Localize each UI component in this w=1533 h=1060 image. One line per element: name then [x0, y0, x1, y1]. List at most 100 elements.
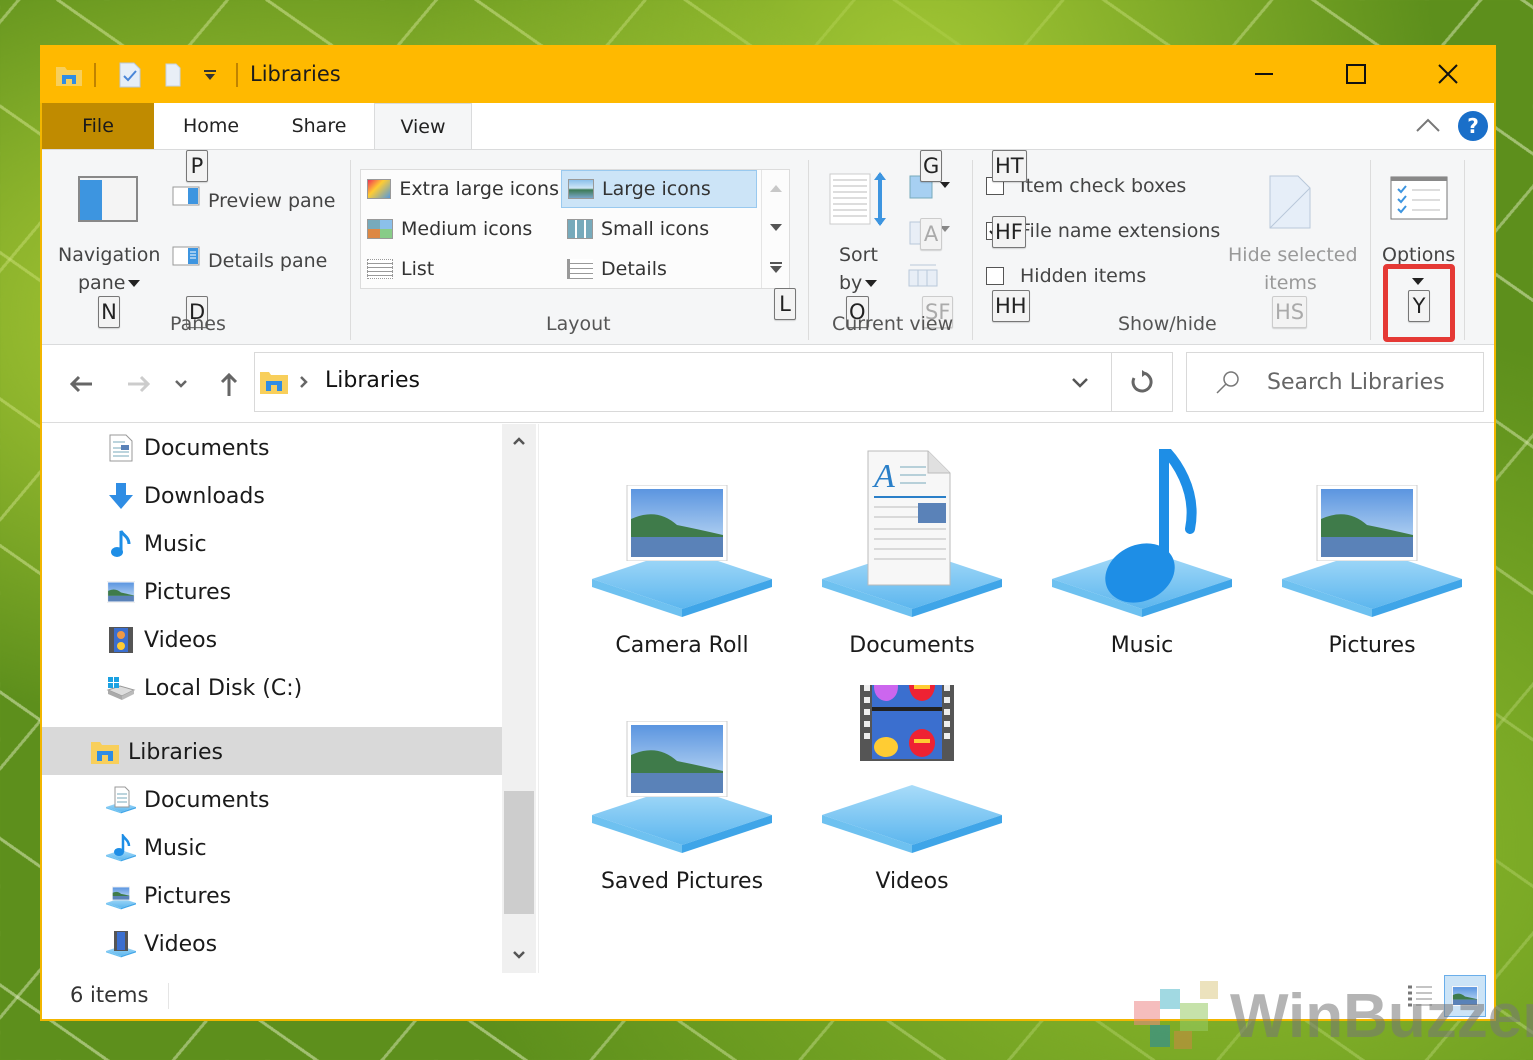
documents-icon	[106, 433, 136, 463]
sort-by-label-2[interactable]: by	[839, 272, 862, 294]
library-tile-documents[interactable]: A Documents	[812, 449, 1012, 679]
size-columns-button[interactable]	[908, 262, 938, 288]
nav-item-label: Videos	[144, 931, 218, 957]
keytip-layout: L	[774, 288, 796, 320]
nav-item-label: Libraries	[128, 739, 224, 765]
scroll-up-icon[interactable]	[512, 436, 526, 446]
group-label-show-hide: Show/hide	[1118, 313, 1217, 335]
libraries-icon	[260, 372, 288, 394]
nav-item-pictures[interactable]: Pictures	[106, 569, 231, 615]
library-tile-saved-pictures[interactable]: Saved Pictures	[582, 685, 782, 915]
library-tile-videos[interactable]: Videos	[812, 685, 1012, 915]
close-icon	[1438, 64, 1458, 84]
item-check-boxes-label[interactable]: Item check boxes	[1020, 175, 1186, 197]
nav-item-music[interactable]: Music	[106, 521, 207, 567]
help-button[interactable]: ?	[1458, 111, 1488, 141]
up-button[interactable]	[212, 367, 246, 401]
navigation-pane-label-2[interactable]: pane	[78, 272, 125, 294]
group-label-current-view: Current view	[832, 313, 954, 335]
navigation-pane: Documents Downloads Music Pictures Video…	[42, 424, 502, 973]
library-tile-music[interactable]: Music	[1042, 449, 1242, 679]
hidden-items-checkbox[interactable]	[986, 267, 1004, 285]
nav-item-documents-library[interactable]: Documents	[106, 777, 269, 823]
nav-item-videos-library[interactable]: Videos	[106, 921, 217, 967]
content-pane: Camera Roll A Documents Music Pictures S…	[538, 424, 1494, 973]
properties-icon[interactable]	[118, 61, 142, 89]
documents-library-icon	[106, 785, 136, 815]
library-tile-camera-roll[interactable]: Camera Roll	[582, 449, 782, 679]
navigation-pane-button-icon[interactable]	[78, 176, 138, 222]
nav-item-videos[interactable]: Videos	[106, 617, 217, 663]
back-button[interactable]	[64, 367, 98, 401]
sort-by-icon[interactable]	[828, 170, 890, 230]
layout-large-icons[interactable]: Large icons	[561, 170, 757, 208]
options-icon[interactable]	[1390, 176, 1448, 220]
details-view-icon	[1408, 985, 1432, 1007]
nav-item-downloads[interactable]: Downloads	[106, 473, 265, 519]
details-pane-button[interactable]: Details pane	[208, 250, 327, 272]
keytip-hidden-items: HH	[992, 290, 1030, 322]
minimize-button[interactable]	[1218, 45, 1310, 103]
library-tile-pictures[interactable]: Pictures	[1272, 449, 1472, 679]
sort-by-label[interactable]: Sort	[839, 244, 878, 266]
refresh-button[interactable]	[1111, 352, 1173, 412]
hide-selected-items-icon[interactable]	[1268, 174, 1312, 230]
hide-selected-items-label[interactable]: Hide selected	[1228, 244, 1358, 266]
gallery-scroll	[761, 170, 789, 288]
details-view-toggle[interactable]	[1406, 983, 1436, 1011]
nav-item-label: Documents	[144, 435, 270, 461]
nav-item-music-library[interactable]: Music	[106, 825, 207, 871]
separator	[236, 63, 238, 87]
scroll-down-icon[interactable]	[512, 950, 526, 960]
customize-dropdown-icon[interactable]	[200, 61, 220, 89]
recent-locations-button[interactable]	[170, 367, 192, 401]
tab-share[interactable]: Share	[276, 103, 362, 149]
group-separator	[972, 160, 973, 340]
tab-view[interactable]: View	[374, 103, 472, 150]
gallery-scroll-down-icon[interactable]	[770, 224, 782, 232]
nav-item-documents[interactable]: Documents	[106, 425, 269, 471]
library-tile-label: Camera Roll	[615, 633, 749, 658]
item-count: 6 items	[70, 983, 149, 1007]
nav-item-label: Pictures	[144, 579, 232, 605]
breadcrumb-chevron-icon[interactable]	[299, 375, 309, 389]
breadcrumb-libraries[interactable]: Libraries	[325, 368, 420, 393]
nav-item-label: Downloads	[144, 483, 265, 509]
refresh-icon	[1131, 370, 1153, 393]
close-button[interactable]	[1402, 45, 1494, 103]
gallery-more-icon[interactable]	[770, 262, 782, 274]
music-library-icon	[106, 833, 136, 863]
layout-details[interactable]: Details	[561, 250, 757, 288]
explorer-libraries-icon[interactable]	[54, 61, 84, 89]
navigation-pane-label[interactable]: Navigation	[58, 244, 160, 266]
nav-item-local-disk[interactable]: Local Disk (C:)	[106, 665, 302, 711]
address-bar[interactable]: Libraries	[254, 352, 1112, 412]
layout-item-label: Small icons	[601, 218, 710, 240]
size-columns-icon	[908, 264, 938, 287]
gallery-scroll-up-icon[interactable]	[770, 184, 782, 192]
tab-home[interactable]: Home	[166, 103, 256, 149]
hidden-items-label[interactable]: Hidden items	[1020, 265, 1146, 287]
pictures-icon	[106, 577, 136, 607]
nav-item-libraries[interactable]: Libraries	[90, 729, 223, 775]
maximize-button[interactable]	[1310, 45, 1402, 103]
forward-button[interactable]	[122, 367, 156, 401]
videos-library-icon	[106, 929, 136, 959]
nav-item-pictures-library[interactable]: Pictures	[106, 873, 231, 919]
layout-extra-large-icons[interactable]: Extra large icons	[361, 170, 559, 208]
search-box[interactable]: Search Libraries	[1186, 352, 1484, 412]
layout-list[interactable]: List	[361, 250, 559, 288]
collapse-ribbon-button[interactable]	[1414, 115, 1442, 139]
address-dropdown-icon[interactable]	[1071, 377, 1089, 389]
layout-medium-icons[interactable]: Medium icons	[361, 210, 559, 248]
new-folder-icon[interactable]	[162, 61, 184, 89]
large-icons-view-toggle[interactable]	[1444, 975, 1486, 1017]
layout-small-icons[interactable]: Small icons	[561, 210, 757, 248]
tab-file[interactable]: File	[42, 103, 154, 149]
preview-pane-button[interactable]: Preview pane	[208, 190, 335, 212]
options-label[interactable]: Options	[1382, 244, 1455, 266]
file-name-extensions-label[interactable]: File name extensions	[1020, 220, 1220, 242]
hide-selected-items-label-2[interactable]: items	[1264, 272, 1317, 294]
scrollbar-thumb[interactable]	[504, 791, 534, 914]
navigation-pane-scrollbar[interactable]	[502, 424, 536, 973]
